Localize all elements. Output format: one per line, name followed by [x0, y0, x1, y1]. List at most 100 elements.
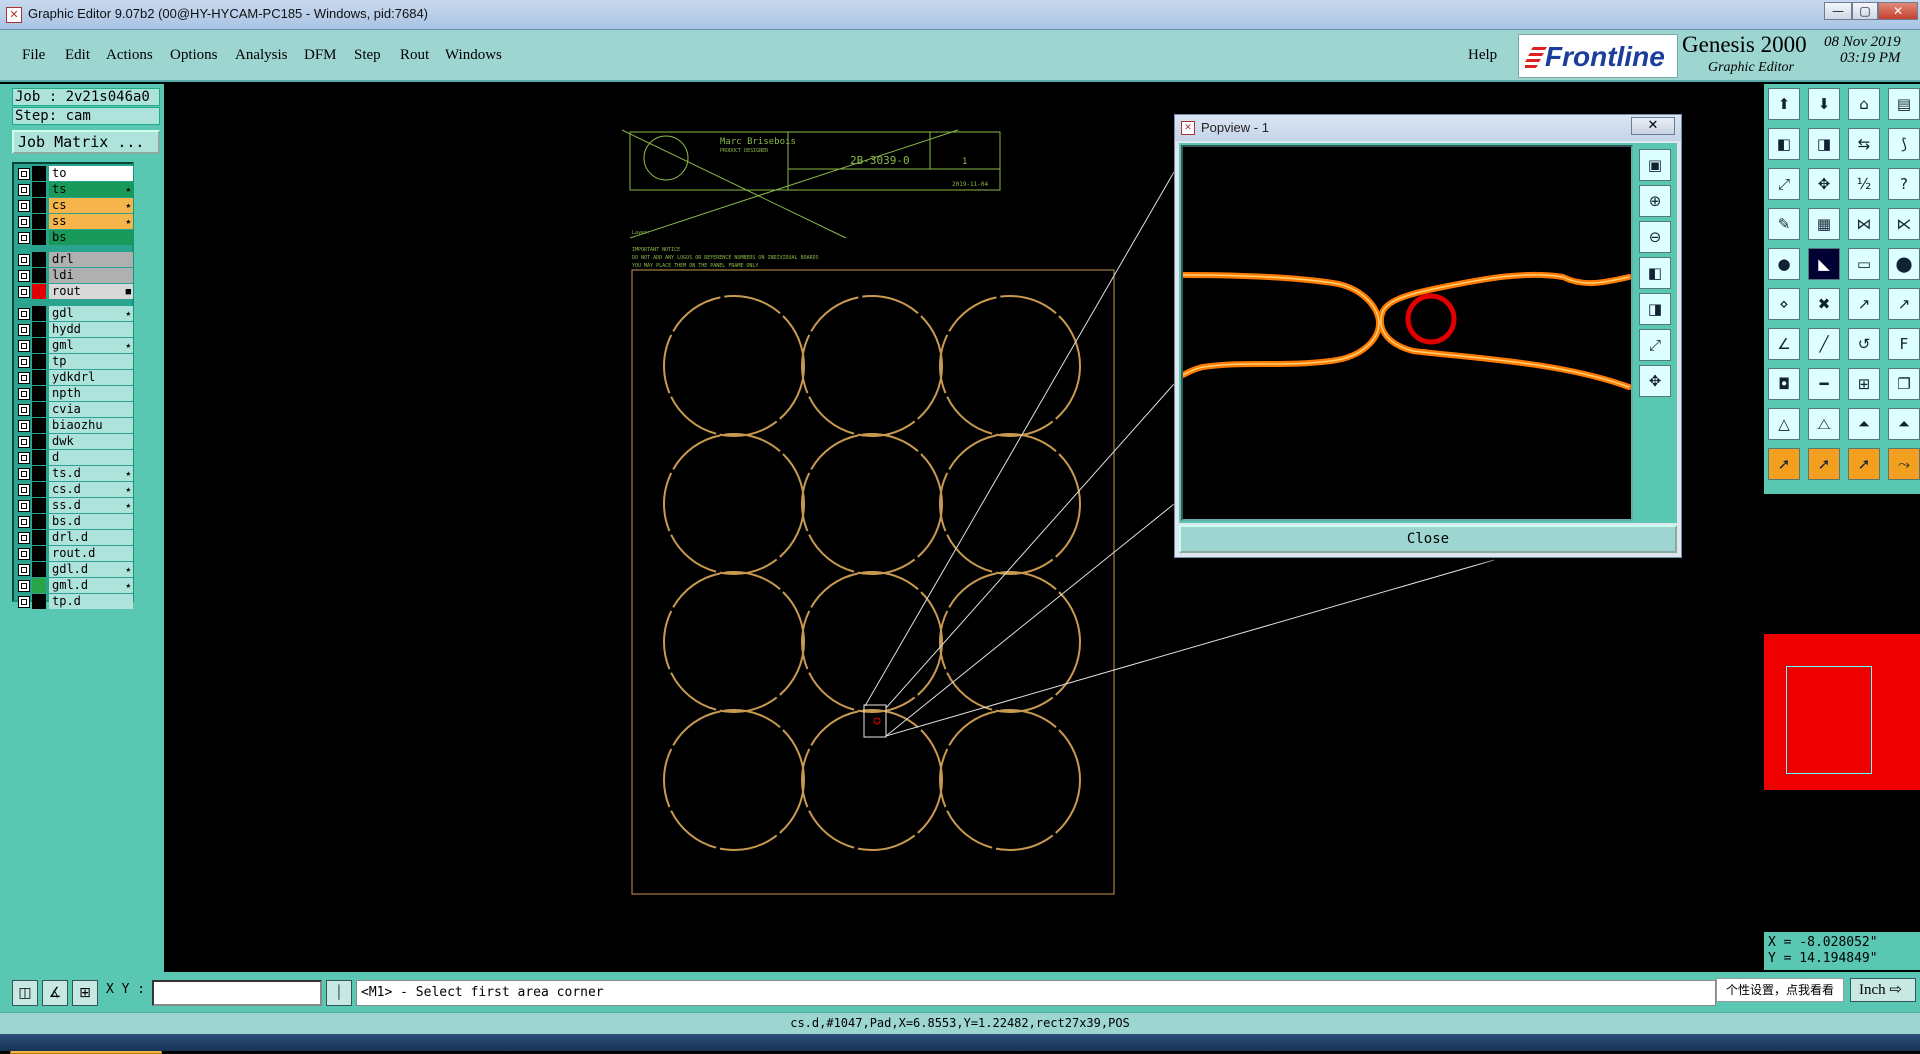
layer-name[interactable]: ts.d ★: [49, 466, 133, 481]
layer-checkbox[interactable]: [18, 340, 30, 352]
layer-row[interactable]: bs.d: [16, 514, 133, 529]
menu-help[interactable]: Help: [1468, 47, 1497, 64]
layer-name[interactable]: bs: [49, 230, 133, 245]
layer-row[interactable]: ts.d ★: [16, 466, 133, 481]
layer-name[interactable]: ss ★: [49, 214, 133, 229]
unit-selector[interactable]: Inch ⇨: [1850, 978, 1916, 1002]
layer-row[interactable]: rout.d: [16, 546, 133, 561]
select-area-icon[interactable]: ➚: [1808, 448, 1840, 480]
line-add-icon[interactable]: ◣: [1808, 248, 1840, 280]
select-route-icon[interactable]: ⤳: [1888, 448, 1920, 480]
layer-color-swatch[interactable]: [32, 498, 46, 513]
layer-name[interactable]: gml ★: [49, 338, 133, 353]
layer-checkbox[interactable]: [18, 308, 30, 320]
surface-icon[interactable]: △: [1768, 408, 1800, 440]
layer-checkbox[interactable]: [18, 372, 30, 384]
layer-color-swatch[interactable]: [32, 450, 46, 465]
layer-name[interactable]: npth: [49, 386, 133, 401]
delete-node-icon[interactable]: ✖: [1808, 288, 1840, 320]
menu-file[interactable]: File: [22, 47, 45, 64]
layer-name[interactable]: tp.d: [49, 594, 133, 609]
menu-rout[interactable]: Rout: [400, 47, 429, 64]
layer-color-swatch[interactable]: [32, 482, 46, 497]
xy-input[interactable]: [152, 980, 322, 1006]
surface-edit-icon[interactable]: ⧍: [1808, 408, 1840, 440]
zoom-center-icon[interactable]: ✥: [1808, 168, 1840, 200]
layer-row[interactable]: cs ★: [16, 198, 133, 213]
minimize-button[interactable]: —: [1824, 2, 1852, 20]
angle-line-icon[interactable]: ∠: [1768, 328, 1800, 360]
popview-zoom-window-icon[interactable]: ⤢: [1639, 329, 1671, 361]
layer-checkbox[interactable]: [18, 232, 30, 244]
layer-row[interactable]: dwk: [16, 434, 133, 449]
layer-color-swatch[interactable]: [32, 434, 46, 449]
layer-name[interactable]: biaozhu: [49, 418, 133, 433]
popview-pan-right-icon[interactable]: ◨: [1639, 293, 1671, 325]
layer-name[interactable]: gml.d ★: [49, 578, 133, 593]
layer-checkbox[interactable]: [18, 436, 30, 448]
zoom-extents-icon[interactable]: ⤢: [1768, 168, 1800, 200]
menu-actions[interactable]: Actions: [106, 47, 153, 64]
pad-icon[interactable]: ◘: [1768, 368, 1800, 400]
layer-color-swatch[interactable]: [32, 530, 46, 545]
layer-row[interactable]: tp: [16, 354, 133, 369]
select-net-icon[interactable]: ➚: [1848, 448, 1880, 480]
pan-left-icon[interactable]: ◧: [1768, 128, 1800, 160]
layer-color-swatch[interactable]: [32, 418, 46, 433]
layer-color-swatch[interactable]: [32, 214, 46, 229]
layer-name[interactable]: dwk: [49, 434, 133, 449]
layer-name[interactable]: gdl.d ★: [49, 562, 133, 577]
grid-icon[interactable]: ▦: [1808, 208, 1840, 240]
layer-color-swatch[interactable]: [32, 252, 46, 267]
layer-color-swatch[interactable]: [32, 402, 46, 417]
layer-row[interactable]: gml ★: [16, 338, 133, 353]
minimap-viewport[interactable]: [1786, 666, 1872, 774]
job-matrix-button[interactable]: Job Matrix ...: [12, 130, 160, 154]
layer-name[interactable]: tp: [49, 354, 133, 369]
snap-mode-icon[interactable]: ◫: [12, 980, 38, 1006]
layer-color-swatch[interactable]: [32, 594, 46, 609]
layer-row[interactable]: drl.d: [16, 530, 133, 545]
ruler-icon[interactable]: ▭: [1848, 248, 1880, 280]
layer-name[interactable]: cvia: [49, 402, 133, 417]
layer-row[interactable]: bs: [16, 230, 133, 245]
layer-name[interactable]: bs.d: [49, 514, 133, 529]
layer-row[interactable]: npth: [16, 386, 133, 401]
layer-row[interactable]: cvia: [16, 402, 133, 417]
layer-row[interactable]: ss.d ★: [16, 498, 133, 513]
zoom-home-down-icon[interactable]: ⬇: [1808, 88, 1840, 120]
layer-checkbox[interactable]: [18, 286, 30, 298]
layer-checkbox[interactable]: [18, 200, 30, 212]
redraw-icon[interactable]: ⇆: [1848, 128, 1880, 160]
popview-zoom-in-icon[interactable]: ⊕: [1639, 185, 1671, 217]
layer-checkbox[interactable]: [18, 516, 30, 528]
layer-name[interactable]: ldi: [49, 268, 133, 283]
layer-row[interactable]: gdl.d ★: [16, 562, 133, 577]
menu-edit[interactable]: Edit: [65, 47, 90, 64]
popview-close-x-button[interactable]: ✕: [1631, 117, 1675, 135]
layer-checkbox[interactable]: [18, 548, 30, 560]
popview-title-bar[interactable]: ✕ Popview - 1 ✕: [1175, 115, 1681, 141]
layer-color-swatch[interactable]: [32, 198, 46, 213]
layer-checkbox[interactable]: [18, 500, 30, 512]
menu-windows[interactable]: Windows: [445, 47, 502, 64]
layer-color-swatch[interactable]: [32, 322, 46, 337]
layer-name[interactable]: gdl ★: [49, 306, 133, 321]
snap-icon[interactable]: ⟆: [1888, 128, 1920, 160]
text-icon[interactable]: F: [1888, 328, 1920, 360]
layer-name[interactable]: to: [49, 166, 133, 181]
layer-color-swatch[interactable]: [32, 546, 46, 561]
layer-checkbox[interactable]: [18, 388, 30, 400]
menu-step[interactable]: Step: [354, 47, 381, 64]
layer-color-swatch[interactable]: [32, 370, 46, 385]
layer-row[interactable]: gml.d ★: [16, 578, 133, 593]
scale-1-to-2-icon[interactable]: ½: [1848, 168, 1880, 200]
layer-row[interactable]: ydkdrl: [16, 370, 133, 385]
layer-name[interactable]: ts ★: [49, 182, 133, 197]
layer-color-swatch[interactable]: [32, 514, 46, 529]
layer-row[interactable]: rout ■: [16, 284, 133, 299]
surface-cut-icon[interactable]: ⏶: [1848, 408, 1880, 440]
net-alt-icon[interactable]: ⋉: [1888, 208, 1920, 240]
layer-color-swatch[interactable]: [32, 268, 46, 283]
move-node-icon[interactable]: ↗: [1848, 288, 1880, 320]
